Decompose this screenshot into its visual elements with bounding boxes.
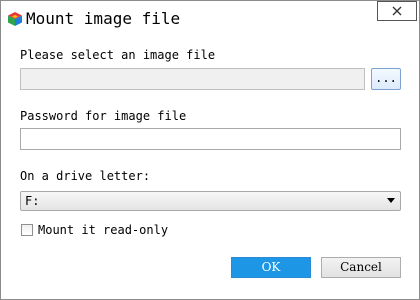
password-input[interactable] xyxy=(20,128,401,150)
mount-image-dialog: Mount image file Please select an image … xyxy=(0,0,420,300)
image-file-input[interactable] xyxy=(20,68,365,90)
password-label: Password for image file xyxy=(20,109,187,123)
drive-letter-value: F: xyxy=(25,194,40,208)
close-button[interactable] xyxy=(377,1,417,21)
colorful-cube-icon xyxy=(8,12,22,26)
image-file-label: Please select an image file xyxy=(20,48,216,62)
title-bar[interactable]: Mount image file xyxy=(1,1,419,37)
cancel-button[interactable]: Cancel xyxy=(321,257,401,278)
ok-button[interactable]: OK xyxy=(231,257,311,278)
window-title: Mount image file xyxy=(26,9,181,28)
chevron-down-icon xyxy=(387,198,395,203)
drive-letter-label: On a drive letter: xyxy=(20,169,151,183)
close-icon xyxy=(392,6,402,16)
drive-letter-select[interactable]: F: xyxy=(20,191,401,211)
read-only-checkbox[interactable] xyxy=(21,224,33,236)
browse-button[interactable]: ... xyxy=(371,68,401,90)
read-only-label[interactable]: Mount it read-only xyxy=(38,223,168,237)
